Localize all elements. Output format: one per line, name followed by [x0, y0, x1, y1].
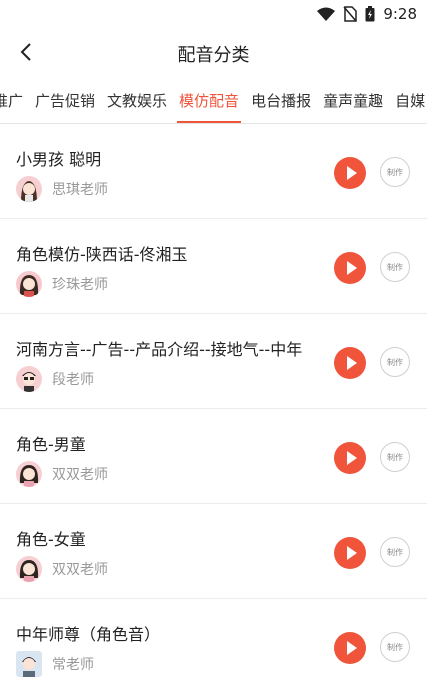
tab-child-voice[interactable]: 童声童趣 — [317, 87, 389, 123]
item-title: 河南方言--广告--产品介绍--接地气--中年 — [16, 340, 303, 359]
tab-ad-sales[interactable]: 广告促销 — [29, 87, 101, 123]
avatar — [16, 366, 42, 392]
tab-promotion[interactable]: 推广 — [0, 87, 29, 123]
nav-bar: 配音分类 — [0, 30, 427, 76]
tab-culture-entertainment[interactable]: 文教娱乐 — [101, 87, 173, 123]
avatar — [16, 271, 42, 297]
avatar-girl-icon — [21, 181, 37, 202]
make-button[interactable]: 制作 — [380, 537, 410, 567]
play-button[interactable] — [334, 347, 366, 379]
make-button[interactable]: 制作 — [380, 442, 410, 472]
item-title: 角色-女童 — [16, 530, 86, 549]
list-item[interactable]: 河南方言--广告--产品介绍--接地气--中年 段老师 制作 — [0, 314, 427, 409]
item-title: 角色-男童 — [16, 435, 86, 454]
avatar-man-glasses-icon — [22, 372, 36, 392]
avatar-girl-icon — [19, 560, 39, 582]
list-item[interactable]: 小男孩 聪明 思琪老师 制作 — [0, 124, 427, 219]
make-button[interactable]: 制作 — [380, 347, 410, 377]
avatar — [16, 176, 42, 202]
tab-radio-broadcast[interactable]: 电台播报 — [245, 87, 317, 123]
page-title: 配音分类 — [177, 45, 250, 66]
teacher-name: 思琪老师 — [52, 182, 108, 198]
teacher-name: 常老师 — [52, 657, 94, 673]
category-tabs: 推广 广告促销 文教娱乐 模仿配音 电台播报 童声童趣 自媒 — [0, 87, 427, 124]
teacher-name: 段老师 — [52, 372, 94, 388]
avatar — [16, 556, 42, 582]
play-button[interactable] — [334, 252, 366, 284]
item-title: 中年师尊（角色音） — [16, 625, 161, 644]
teacher-name: 珍珠老师 — [52, 277, 108, 293]
make-button[interactable]: 制作 — [380, 252, 410, 282]
teacher-name: 双双老师 — [52, 562, 108, 578]
wifi-icon — [317, 7, 336, 21]
play-button[interactable] — [334, 157, 366, 189]
avatar-woman-icon — [19, 275, 39, 297]
item-title: 角色模仿-陕西话-佟湘玉 — [16, 245, 188, 264]
battery-charging-icon — [365, 6, 375, 22]
list-item[interactable]: 中年师尊（角色音） 常老师 制作 — [0, 599, 427, 693]
make-button[interactable]: 制作 — [380, 157, 410, 187]
status-bar: 9:28 — [0, 0, 427, 30]
list-item[interactable]: 角色模仿-陕西话-佟湘玉 珍珠老师 制作 — [0, 219, 427, 314]
play-button[interactable] — [334, 632, 366, 664]
play-button[interactable] — [334, 442, 366, 474]
avatar-man-icon — [22, 657, 36, 677]
avatar-girl-icon — [19, 465, 39, 487]
list-item[interactable]: 角色-男童 双双老师 制作 — [0, 409, 427, 504]
make-button[interactable]: 制作 — [380, 632, 410, 662]
play-button[interactable] — [334, 537, 366, 569]
item-title: 小男孩 聪明 — [16, 150, 102, 169]
no-sim-icon — [343, 6, 358, 22]
tab-imitation-dubbing[interactable]: 模仿配音 — [173, 87, 245, 123]
voice-list: 小男孩 聪明 思琪老师 制作 角色模仿-陕西话-佟湘玉 珍珠老师 制作 河南方言… — [0, 124, 427, 693]
avatar — [16, 651, 42, 677]
tab-self-media[interactable]: 自媒 — [389, 87, 427, 123]
list-item[interactable]: 角色-女童 双双老师 制作 — [0, 504, 427, 599]
avatar — [16, 461, 42, 487]
status-time: 9:28 — [383, 5, 417, 23]
teacher-name: 双双老师 — [52, 467, 108, 483]
